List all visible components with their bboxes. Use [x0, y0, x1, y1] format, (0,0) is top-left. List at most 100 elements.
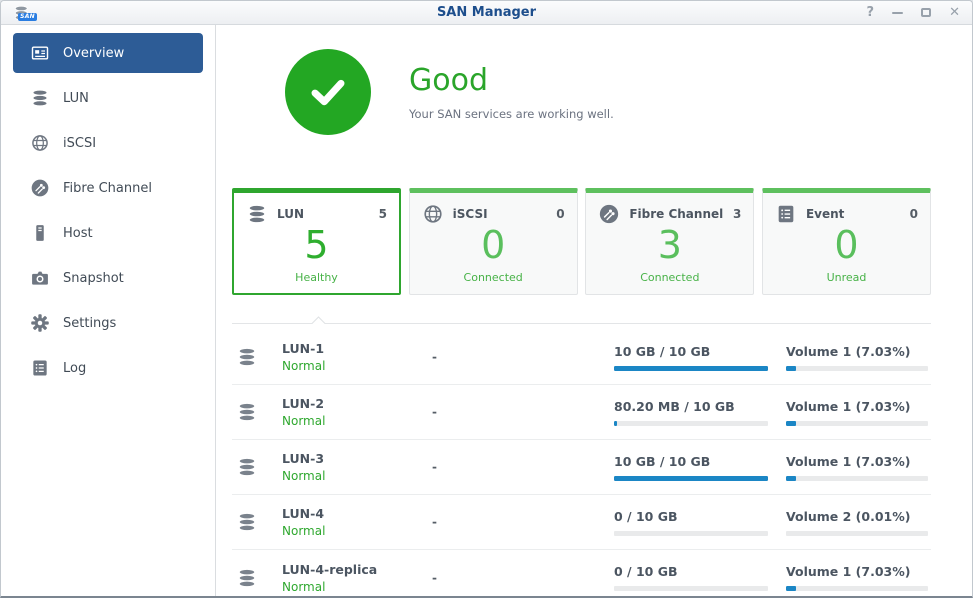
lun-name: LUN-4-replica [282, 562, 432, 577]
sidebar-item-overview[interactable]: Overview [13, 33, 203, 73]
lun-capacity: 80.20 MB / 10 GB [614, 399, 786, 414]
health-state: Good [409, 63, 614, 98]
lun-row-5[interactable]: LUN-4-replica Normal - 0 / 10 GB Volume … [232, 550, 931, 596]
san-manager-window: SAN SAN Manager ? ✕ Overview [0, 0, 973, 598]
summary-card-iscsi[interactable]: iSCSI 0 0 Connected [409, 188, 578, 295]
overview-icon [30, 43, 50, 63]
globe-icon [30, 133, 50, 153]
card-label: LUN [277, 207, 304, 221]
sidebar-item-host[interactable]: Host [13, 213, 203, 253]
sidebar-item-label: Log [63, 361, 86, 376]
summary-card-event[interactable]: Event 0 0 Unread [762, 188, 931, 295]
lun-disk-icon [236, 567, 258, 589]
window-title: SAN Manager [1, 5, 972, 20]
lun-volume: Volume 1 (7.03%) [786, 454, 932, 469]
health-message: Your SAN services are working well. [409, 107, 614, 121]
volume-progress-bar [786, 366, 928, 371]
fibre-channel-icon [30, 178, 50, 198]
lun-capacity: 10 GB / 10 GB [614, 344, 786, 359]
card-value: 0 [410, 226, 577, 264]
lun-target: - [432, 571, 614, 585]
lun-row-4[interactable]: LUN-4 Normal - 0 / 10 GB Volume 2 (0.01%… [232, 495, 931, 550]
card-label: Event [806, 207, 844, 221]
camera-icon [30, 268, 50, 288]
volume-progress-bar [786, 586, 928, 591]
lun-list: LUN-1 Normal - 10 GB / 10 GB Volume 1 (7… [232, 324, 931, 596]
lun-capacity: 0 / 10 GB [614, 509, 786, 524]
host-server-icon [30, 223, 50, 243]
lun-name: LUN-1 [282, 341, 432, 356]
app-body: Overview LUN [1, 25, 972, 596]
lun-disk-icon [236, 511, 258, 533]
card-value: 5 [234, 226, 399, 264]
card-caption: Connected [410, 271, 577, 284]
window-controls: ? ✕ [867, 6, 960, 20]
lun-capacity: 10 GB / 10 GB [614, 454, 786, 469]
lun-status: Normal [282, 414, 432, 428]
card-caption: Connected [586, 271, 753, 284]
lun-target: - [432, 460, 614, 474]
card-label: iSCSI [453, 207, 488, 221]
sidebar-item-label: Overview [63, 46, 124, 61]
card-value: 3 [586, 226, 753, 264]
sidebar-item-fibre-channel[interactable]: Fibre Channel [13, 168, 203, 208]
summary-cards: LUN 5 5 Healthy [232, 188, 931, 295]
health-status-text: Good Your SAN services are working well. [409, 63, 614, 121]
log-icon [30, 358, 50, 378]
volume-progress-bar [786, 531, 928, 536]
lun-status: Normal [282, 524, 432, 538]
lun-status: Normal [282, 580, 432, 594]
close-icon[interactable]: ✕ [949, 6, 960, 20]
capacity-progress-bar [614, 476, 768, 481]
lun-disk-icon [30, 88, 50, 108]
summary-card-lun[interactable]: LUN 5 5 Healthy [232, 188, 401, 295]
lun-name: LUN-3 [282, 451, 432, 466]
card-caption: Unread [763, 271, 930, 284]
sidebar: Overview LUN [1, 25, 216, 596]
lun-row-3[interactable]: LUN-3 Normal - 10 GB / 10 GB Volume 1 (7… [232, 440, 931, 495]
lun-disk-icon [236, 401, 258, 423]
volume-progress-bar [786, 421, 928, 426]
maximize-icon[interactable] [921, 6, 931, 20]
card-count-badge: 0 [910, 207, 918, 221]
sidebar-item-label: Fibre Channel [63, 181, 152, 196]
lun-status: Normal [282, 469, 432, 483]
capacity-progress-bar [614, 421, 768, 426]
sidebar-item-settings[interactable]: Settings [13, 303, 203, 343]
sidebar-item-label: Host [63, 226, 93, 241]
sidebar-item-label: LUN [63, 91, 89, 106]
lun-name: LUN-4 [282, 506, 432, 521]
lun-disk-icon [246, 203, 268, 225]
san-badge: SAN [18, 13, 37, 21]
event-list-icon [775, 203, 797, 225]
lun-row-1[interactable]: LUN-1 Normal - 10 GB / 10 GB Volume 1 (7… [232, 330, 931, 385]
help-icon[interactable]: ? [867, 6, 875, 20]
minimize-icon[interactable] [892, 6, 903, 20]
lun-target: - [432, 350, 614, 364]
card-value: 0 [763, 226, 930, 264]
capacity-progress-bar [614, 531, 768, 536]
sidebar-item-log[interactable]: Log [13, 348, 203, 388]
sidebar-item-lun[interactable]: LUN [13, 78, 203, 118]
selected-card-pointer [309, 315, 327, 324]
volume-progress-bar [786, 476, 928, 481]
sidebar-item-iscsi[interactable]: iSCSI [13, 123, 203, 163]
lun-capacity: 0 / 10 GB [614, 564, 786, 579]
health-check-icon [285, 49, 371, 135]
lun-volume: Volume 1 (7.03%) [786, 399, 932, 414]
card-count-badge: 5 [379, 207, 387, 221]
summary-card-fibre-channel[interactable]: Fibre Channel 3 3 Connected [585, 188, 754, 295]
section-divider [232, 323, 931, 324]
sidebar-item-label: Settings [63, 316, 116, 331]
capacity-progress-bar [614, 366, 768, 371]
lun-volume: Volume 2 (0.01%) [786, 509, 932, 524]
lun-disk-icon [236, 456, 258, 478]
health-status-section: Good Your SAN services are working well. [285, 49, 931, 135]
capacity-progress-bar [614, 586, 768, 591]
san-app-icon: SAN [13, 4, 35, 22]
lun-row-2[interactable]: LUN-2 Normal - 80.20 MB / 10 GB Volume 1… [232, 385, 931, 440]
lun-status: Normal [282, 359, 432, 373]
sidebar-item-snapshot[interactable]: Snapshot [13, 258, 203, 298]
card-count-badge: 0 [556, 207, 564, 221]
lun-name: LUN-2 [282, 396, 432, 411]
